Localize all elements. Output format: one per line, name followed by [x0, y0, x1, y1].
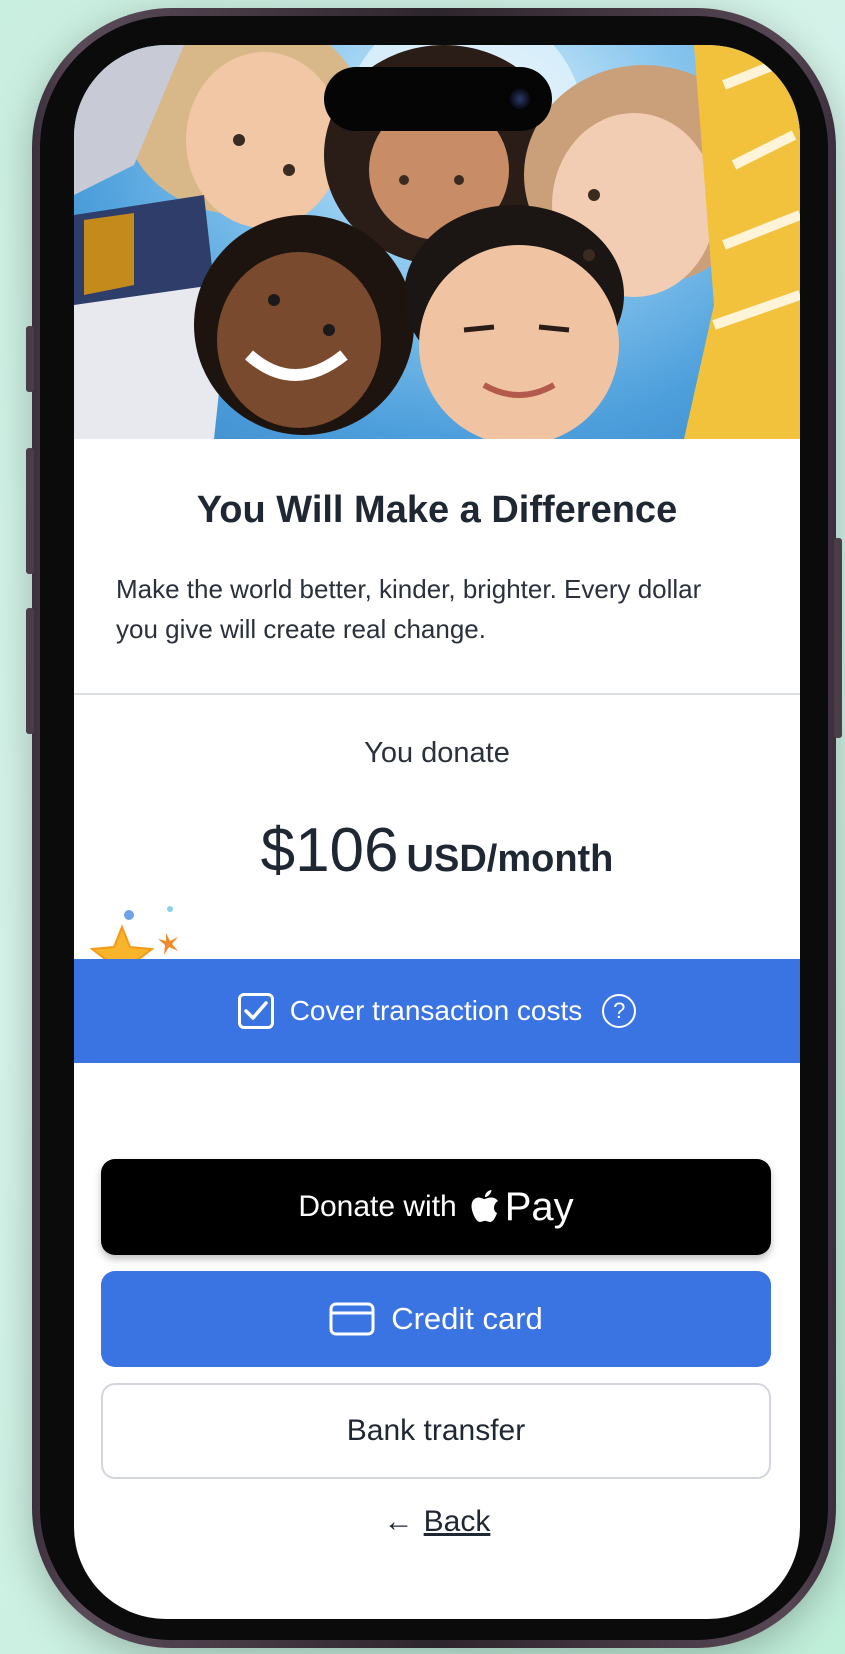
apple-pay-prefix: Donate with	[298, 1190, 457, 1223]
front-camera-icon	[510, 89, 530, 109]
donate-label: You donate	[364, 737, 510, 769]
donation-amount: $106 USD/month	[74, 815, 800, 886]
back-label: Back	[423, 1505, 491, 1538]
apple-pay-brand: Pay	[504, 1184, 574, 1229]
amount-value: $106	[260, 816, 399, 885]
bank-transfer-button[interactable]: Bank transfer	[101, 1383, 771, 1479]
section-divider	[74, 693, 800, 695]
volume-up-button	[26, 448, 34, 574]
page-subtitle: Make the world better, kinder, brighter.…	[116, 574, 702, 644]
phone-screen: You Will Make a Difference Make the worl…	[74, 45, 800, 1619]
credit-card-icon	[329, 1302, 375, 1336]
credit-card-button[interactable]: Credit card	[101, 1271, 771, 1367]
back-link[interactable]: ← Back	[74, 1505, 800, 1539]
cover-costs-label: Cover transaction costs	[289, 995, 583, 1026]
volume-down-button	[26, 608, 34, 734]
credit-card-label: Credit card	[391, 1301, 543, 1336]
dynamic-island	[324, 67, 552, 131]
amount-period: USD/month	[406, 838, 614, 880]
page-title: You Will Make a Difference	[196, 489, 678, 531]
help-icon[interactable]: ?	[602, 994, 637, 1028]
apple-logo-icon	[471, 1190, 498, 1222]
back-arrow-icon: ←	[383, 1505, 414, 1538]
cover-costs-checkbox[interactable]	[237, 993, 274, 1029]
apple-pay-button[interactable]: Donate with Pay	[101, 1159, 771, 1255]
cover-transaction-costs-row[interactable]: Cover transaction costs ?	[74, 959, 800, 1063]
hero-photo	[74, 45, 800, 439]
action-button	[26, 326, 34, 392]
bank-transfer-label: Bank transfer	[346, 1414, 526, 1447]
checkmark-icon	[243, 1001, 268, 1020]
power-button	[834, 538, 842, 738]
